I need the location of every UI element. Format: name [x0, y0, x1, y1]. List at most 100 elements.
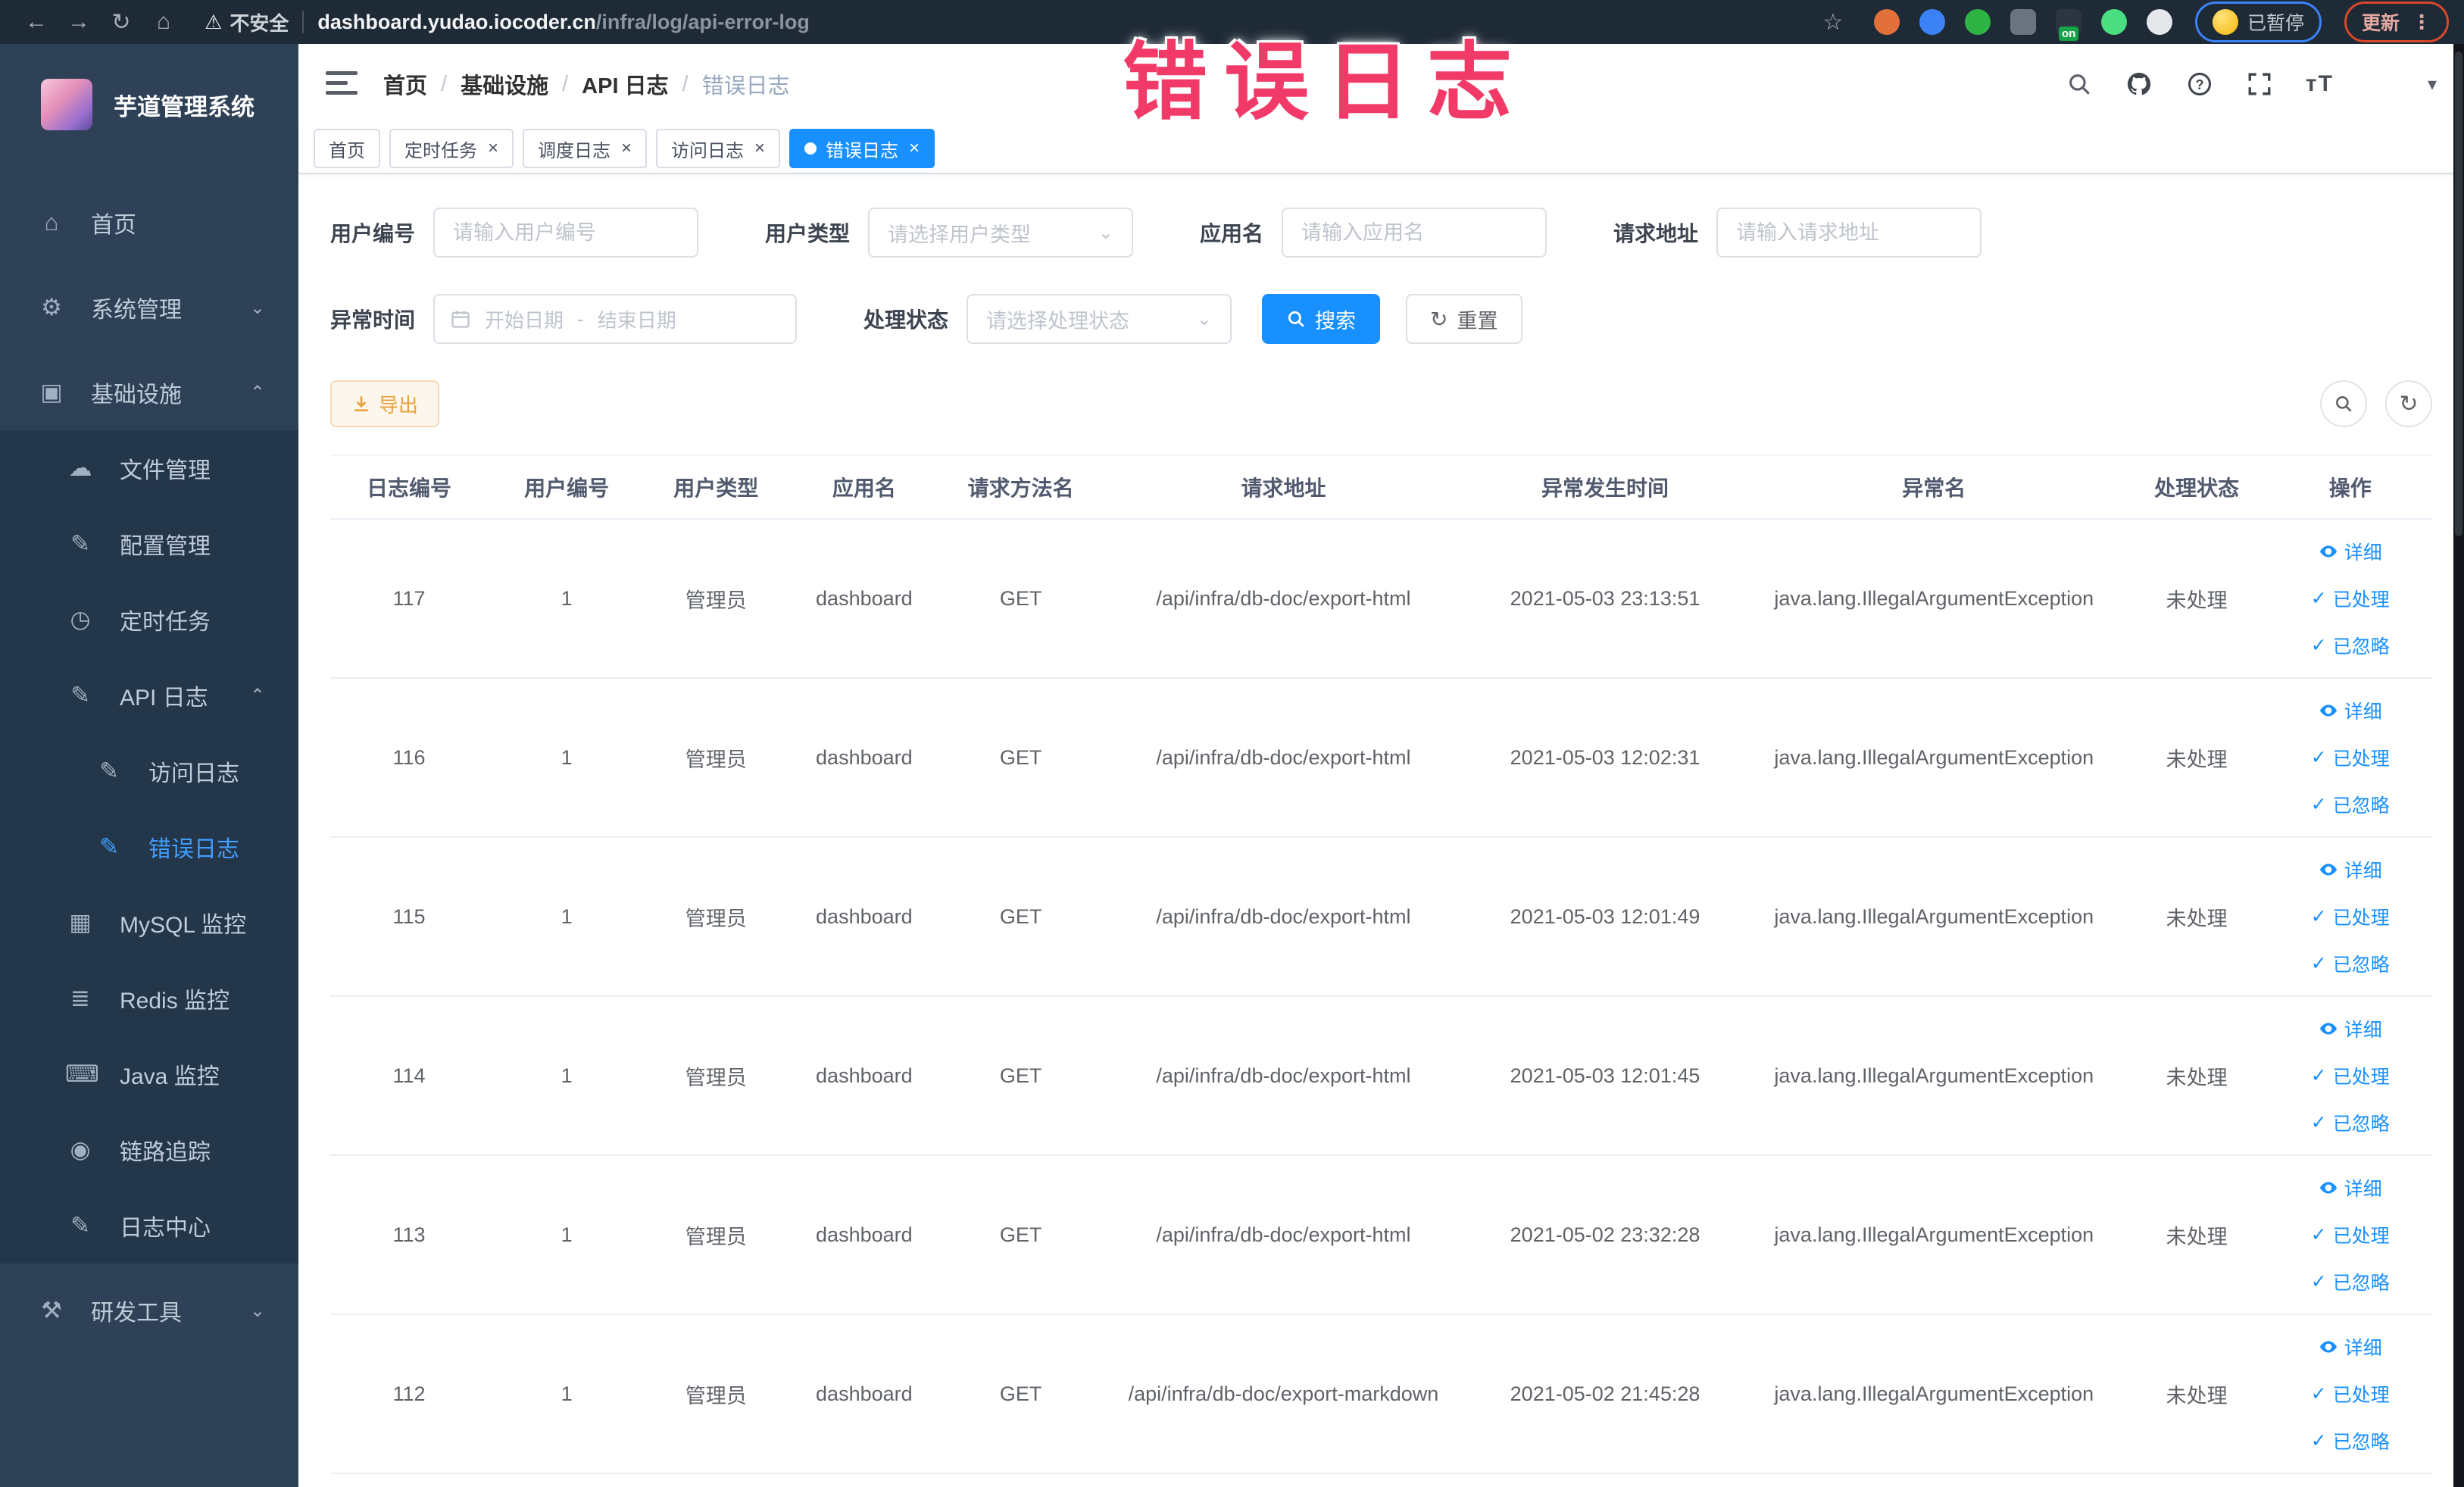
refresh-table-button[interactable]: ↻	[2385, 380, 2432, 427]
extension-green-check-icon[interactable]	[1964, 9, 1991, 35]
sidebar-item-java-monitor[interactable]: ⌨ Java 监控	[0, 1036, 298, 1112]
sidebar-item-mysql-monitor[interactable]: ▦ MySQL 监控	[0, 885, 298, 961]
app-logo[interactable]: 芋道管理系统	[0, 44, 298, 165]
tab-home[interactable]: 首页	[314, 129, 380, 168]
breadcrumb-item[interactable]: 首页	[383, 68, 427, 100]
reload-icon[interactable]: ↻	[100, 9, 142, 36]
close-icon[interactable]: ×	[754, 138, 765, 159]
java-monitor-icon: ⌨	[65, 1061, 99, 1087]
sidebar-item-access-log[interactable]: ✎ 访问日志	[0, 733, 298, 809]
filter-label: 应用名	[1200, 222, 1264, 245]
address-bar[interactable]: dashboard.yudao.iocoder.cn/infra/log/api…	[317, 11, 1812, 34]
close-icon[interactable]: ×	[621, 138, 632, 159]
sidebar-item-dev-tools[interactable]: ⚒ 研发工具 ⌄	[0, 1273, 298, 1348]
tab-error-log[interactable]: 错误日志 ×	[789, 129, 935, 168]
user-id-input[interactable]	[433, 208, 699, 258]
action-已处理-link[interactable]: ✓ 已处理	[2311, 585, 2390, 612]
action-已处理-link[interactable]: ✓ 已处理	[2311, 744, 2390, 771]
breadcrumb-item[interactable]: 基础设施	[461, 68, 548, 100]
page-scrollbar[interactable]	[2453, 44, 2464, 1487]
action-已忽略-link[interactable]: ✓ 已忽略	[2311, 1268, 2390, 1295]
action-detail-link[interactable]: 详细	[2319, 697, 2382, 724]
action-detail-link[interactable]: 详细	[2319, 538, 2382, 565]
fullscreen-icon[interactable]	[2247, 71, 2272, 97]
font-size-icon[interactable]: ᴛT	[2306, 71, 2334, 97]
table-cell: /api/infra/db-doc/export-markdown	[1099, 1314, 1468, 1474]
show-search-toggle-button[interactable]	[2320, 380, 2367, 427]
close-icon[interactable]: ×	[488, 138, 498, 159]
sidebar-item-log-center[interactable]: ✎ 日志中心	[0, 1188, 298, 1264]
user-type-select[interactable]: 请选择用户类型 ⌄	[868, 208, 1134, 258]
action-detail-link[interactable]: 详细	[2319, 1333, 2382, 1360]
table-cell: java.lang.IllegalArgumentException	[1742, 1155, 2125, 1315]
sidebar-item-error-log[interactable]: ✎ 错误日志	[0, 809, 298, 885]
tab-job[interactable]: 定时任务 ×	[389, 129, 514, 168]
help-icon[interactable]: ?	[2186, 70, 2213, 98]
action-detail-link[interactable]: 详细	[2319, 1174, 2382, 1201]
tab-access-log[interactable]: 访问日志 ×	[656, 129, 781, 168]
forward-icon[interactable]: →	[58, 9, 100, 35]
sidebar-item-scheduled-job[interactable]: ◷ 定时任务	[0, 582, 298, 658]
reset-button[interactable]: ↻ 重置	[1406, 294, 1522, 344]
browser-home-icon[interactable]: ⌂	[142, 9, 185, 35]
sidebar-item-api-log[interactable]: ✎ API 日志 ⌃	[0, 658, 298, 733]
check-icon: ✓	[2310, 747, 2327, 768]
search-icon[interactable]	[2066, 71, 2092, 97]
export-button-label: 导出	[379, 393, 419, 417]
extensions-strip: on	[1854, 9, 2172, 41]
table-cell: 113	[330, 1155, 489, 1315]
action-已忽略-link[interactable]: ✓ 已忽略	[2311, 1427, 2390, 1454]
extension-onoff-icon[interactable]: on	[2055, 9, 2081, 41]
sidebar-item-redis-monitor[interactable]: ≣ Redis 监控	[0, 961, 298, 1036]
action-已处理-link[interactable]: ✓ 已处理	[2311, 1380, 2390, 1407]
sidebar-item-trace[interactable]: ◉ 链路追踪	[0, 1112, 298, 1188]
back-icon[interactable]: ←	[15, 9, 58, 35]
browser-menu-icon[interactable]: ⋮	[2412, 11, 2431, 34]
user-avatar[interactable]	[2367, 56, 2414, 112]
update-button[interactable]: 更新 ⋮	[2344, 2, 2449, 42]
bookmark-star-icon[interactable]: ☆	[1812, 9, 1854, 36]
extension-pin-icon[interactable]	[2146, 9, 2172, 35]
action-已处理-link[interactable]: ✓ 已处理	[2311, 1221, 2390, 1248]
site-security[interactable]: ⚠ 不安全	[205, 8, 289, 36]
status-select[interactable]: 请选择处理状态 ⌄	[967, 294, 1232, 344]
action-已忽略-link[interactable]: ✓ 已忽略	[2311, 1109, 2390, 1136]
action-已忽略-link[interactable]: ✓ 已忽略	[2311, 632, 2390, 659]
extension-leaf-icon[interactable]	[2100, 9, 2127, 35]
github-icon[interactable]	[2125, 70, 2153, 98]
export-button[interactable]: 导出	[330, 380, 440, 427]
sidebar-item-config-manage[interactable]: ✎ 配置管理	[0, 506, 298, 582]
action-已处理-link[interactable]: ✓ 已处理	[2311, 903, 2390, 930]
extension-blue-drop-icon[interactable]	[1919, 9, 1945, 35]
breadcrumb-separator: /	[562, 71, 569, 96]
search-button[interactable]: 搜索	[1262, 294, 1381, 344]
request-url-input[interactable]	[1716, 208, 1982, 258]
extension-orange-icon[interactable]	[1873, 9, 1900, 35]
action-已忽略-link[interactable]: ✓ 已忽略	[2311, 791, 2390, 818]
check-icon: ✓	[2310, 1383, 2327, 1404]
sidebar-item-label: Java 监控	[120, 1064, 220, 1089]
app-name-input[interactable]	[1282, 208, 1547, 258]
actions-cell: 详细 ✓ 已处理 ✓ 已忽略	[2268, 1314, 2432, 1474]
breadcrumb-item[interactable]: API 日志	[582, 68, 668, 100]
check-icon: ✓	[2310, 588, 2327, 609]
sidebar-item-infrastructure[interactable]: ▣ 基础设施 ⌃	[0, 355, 298, 430]
action-已处理-link[interactable]: ✓ 已处理	[2311, 1062, 2390, 1089]
close-icon[interactable]: ×	[909, 138, 920, 159]
page-content: 用户编号 用户类型 请选择用户类型 ⌄ 应用名 请求地址	[298, 174, 2464, 1487]
date-range-picker[interactable]: 开始日期 - 结束日期	[433, 294, 798, 344]
sidebar-item-home[interactable]: ⌂ 首页	[0, 185, 298, 261]
scrollbar-thumb[interactable]	[2455, 52, 2462, 536]
avatar-caret-icon[interactable]: ▾	[2428, 73, 2437, 95]
tab-job-log[interactable]: 调度日志 ×	[523, 129, 648, 168]
action-detail-link[interactable]: 详细	[2319, 856, 2382, 883]
sidebar-item-file-manage[interactable]: ☁ 文件管理	[0, 430, 298, 506]
hamburger-icon[interactable]	[326, 71, 358, 97]
sidebar-item-system-admin[interactable]: ⚙ 系统管理 ⌄	[0, 270, 298, 345]
paused-badge[interactable]: 已暂停	[2194, 2, 2322, 42]
extension-grid-icon[interactable]	[2010, 9, 2036, 35]
chevron-down-icon: ⌄	[249, 297, 265, 318]
action-detail-link[interactable]: 详细	[2319, 1015, 2382, 1042]
action-已忽略-link[interactable]: ✓ 已忽略	[2311, 950, 2390, 977]
table-row: 112 1 管理员 dashboard GET/api/infra/db-doc/exp…	[330, 1314, 2432, 1474]
